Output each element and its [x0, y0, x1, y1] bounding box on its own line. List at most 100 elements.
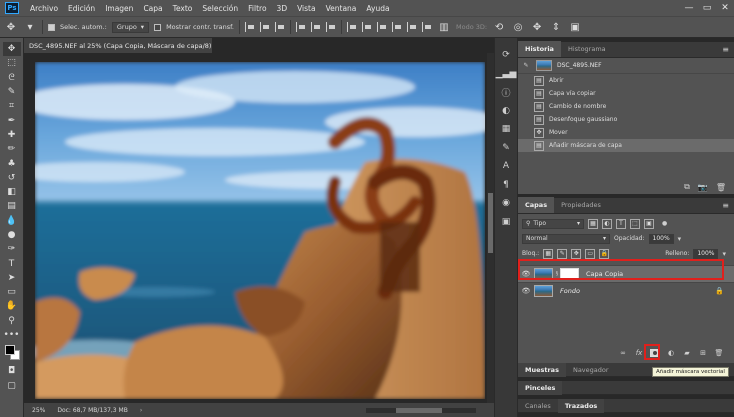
blur-tool-icon[interactable]: 💧 — [3, 214, 21, 228]
document-canvas[interactable] — [35, 62, 485, 399]
filter-adjustment-icon[interactable]: ◐ — [602, 218, 612, 229]
opacity-input[interactable]: 100% — [648, 233, 674, 244]
history-brush-source-icon[interactable]: ✎ — [518, 59, 534, 72]
roll-3d-icon[interactable]: ◎ — [511, 20, 525, 34]
align-left-icon[interactable] — [296, 22, 306, 32]
slide-3d-icon[interactable]: ⇕ — [549, 20, 563, 34]
distribute-bottom-icon[interactable] — [377, 22, 387, 32]
menu-vista[interactable]: Vista — [292, 4, 321, 13]
zoom-tool-icon[interactable]: ⚲ — [3, 314, 21, 328]
camera-icon[interactable]: 📷 — [698, 183, 708, 192]
minimize-button[interactable]: — — [680, 0, 698, 16]
lock-image-icon[interactable]: ✎ — [557, 248, 568, 259]
character-icon[interactable]: A — [498, 157, 514, 176]
distribute-right-icon[interactable] — [422, 22, 432, 32]
layer-comps-icon[interactable]: ▣ — [498, 213, 514, 232]
gradient-tool-icon[interactable]: ▤ — [3, 199, 21, 213]
align-center-icon[interactable] — [311, 22, 321, 32]
tab-histograma[interactable]: Histograma — [561, 41, 613, 57]
eyedropper-tool-icon[interactable]: ✒ — [3, 113, 21, 127]
clone-stamp-tool-icon[interactable]: ♣ — [3, 156, 21, 170]
canvas-area[interactable] — [24, 53, 494, 403]
screen-mode-icon[interactable]: ▢ — [3, 379, 21, 393]
tab-trazados[interactable]: Trazados — [557, 398, 605, 413]
distribute-top-icon[interactable] — [347, 22, 357, 32]
marquee-tool-icon[interactable]: ⬚ — [3, 56, 21, 70]
trash-icon[interactable]: 🗑 — [714, 348, 724, 358]
tab-historia[interactable]: Historia — [518, 41, 561, 57]
trash-icon[interactable]: 🗑 — [716, 183, 726, 192]
tab-capas[interactable]: Capas — [518, 197, 555, 213]
filter-smart-object-icon[interactable]: ▣ — [644, 218, 654, 229]
lock-position-icon[interactable]: ✥ — [571, 248, 582, 259]
more-tools-icon[interactable]: ••• — [3, 328, 21, 342]
align-middle-icon[interactable] — [260, 22, 270, 32]
move-tool-icon[interactable]: ✥ — [4, 20, 18, 34]
menu-seleccion[interactable]: Selección — [197, 4, 243, 13]
chevron-down-icon[interactable]: ▾ — [678, 235, 682, 243]
quick-mask-icon[interactable]: ◘ — [3, 364, 21, 378]
adjustment-layer-icon[interactable]: ◐ — [666, 348, 676, 358]
styles-icon[interactable]: ▦ — [498, 120, 514, 139]
foreground-color-swatch[interactable] — [4, 345, 15, 356]
panel-menu-icon[interactable]: ≡ — [722, 201, 729, 210]
history-brush-tool-icon[interactable]: ↺ — [3, 171, 21, 185]
pan-3d-icon[interactable]: ✥ — [530, 20, 544, 34]
group-folder-icon[interactable]: ▰ — [682, 348, 692, 358]
history-snapshot[interactable]: ✎ DSC_4895.NEF — [518, 58, 734, 74]
show-transform-checkbox[interactable] — [154, 23, 162, 31]
layer-row-fondo[interactable]: 👁 Fondo 🔒 — [518, 282, 734, 299]
chevron-down-icon[interactable]: ▾ — [722, 250, 726, 258]
history-item[interactable]: ▤ Capa vía copiar — [518, 87, 734, 100]
move-tool-icon[interactable]: ✥ — [2, 42, 21, 57]
menu-imagen[interactable]: Imagen — [100, 4, 138, 13]
history-icon[interactable]: ⟳ — [498, 46, 514, 65]
vertical-scrollbar[interactable] — [487, 53, 494, 403]
zoom-level[interactable]: 25% — [32, 407, 45, 414]
panel-menu-icon[interactable]: ≡ — [722, 45, 729, 54]
menu-archivo[interactable]: Archivo — [25, 4, 63, 13]
tab-propiedades[interactable]: Propiedades — [554, 197, 608, 213]
menu-ayuda[interactable]: Ayuda — [361, 4, 394, 13]
menu-texto[interactable]: Texto — [168, 4, 198, 13]
rotate-3d-icon[interactable]: ⟲ — [492, 20, 506, 34]
new-document-from-state-icon[interactable]: ⧉ — [684, 182, 690, 192]
crop-tool-icon[interactable]: ⌗ — [3, 99, 21, 113]
document-tab[interactable]: DSC_4895.NEF al 25% (Capa Copia, Máscara… — [24, 38, 212, 53]
align-right-icon[interactable] — [326, 22, 336, 32]
link-layers-icon[interactable]: ∞ — [618, 348, 628, 358]
filter-toggle-icon[interactable]: ● — [662, 220, 667, 227]
dodge-tool-icon[interactable]: ● — [3, 228, 21, 242]
fill-input[interactable]: 100% — [693, 248, 719, 259]
layer-thumbnail[interactable] — [534, 285, 553, 297]
paragraph-icon[interactable]: ¶ — [498, 176, 514, 195]
path-selection-tool-icon[interactable]: ➤ — [3, 271, 21, 285]
menu-filtro[interactable]: Filtro — [243, 4, 271, 13]
lock-transparent-icon[interactable]: ▦ — [543, 248, 554, 259]
fx-button[interactable]: fx — [634, 348, 644, 358]
auto-select-checkbox[interactable] — [48, 23, 55, 31]
filter-pixel-icon[interactable]: ▦ — [588, 218, 598, 229]
history-item-selected[interactable]: ▤ Añadir máscara de capa — [518, 139, 734, 152]
tab-muestras[interactable]: Muestras — [518, 362, 566, 377]
auto-select-dropdown[interactable]: Grupo ▾ — [111, 21, 150, 33]
lock-artboard-icon[interactable]: ▭ — [585, 248, 596, 259]
menu-edicion[interactable]: Edición — [63, 4, 100, 13]
adjustments-icon[interactable]: ◐ — [498, 102, 514, 121]
color-swatches[interactable] — [3, 344, 21, 362]
tab-navegador[interactable]: Navegador — [566, 363, 616, 377]
type-tool-icon[interactable]: T — [3, 256, 21, 270]
history-item[interactable]: ▤ Desenfoque gaussiano — [518, 113, 734, 126]
hand-tool-icon[interactable]: ✋ — [3, 299, 21, 313]
filter-type-icon[interactable]: T — [616, 218, 626, 229]
lasso-tool-icon[interactable]: ᘓ — [3, 71, 21, 85]
auto-align-icon[interactable]: ▥ — [437, 20, 451, 34]
chevron-down-icon[interactable]: ▾ — [23, 20, 37, 34]
new-layer-icon[interactable]: ⊞ — [698, 348, 708, 358]
histogram-icon[interactable]: ▁▃▅ — [496, 65, 517, 84]
menu-3d[interactable]: 3D — [272, 4, 293, 13]
status-menu-icon[interactable]: › — [140, 407, 142, 414]
align-top-icon[interactable] — [245, 22, 255, 32]
lock-all-icon[interactable]: 🔒 — [599, 248, 610, 259]
tab-pinceles[interactable]: Pinceles — [518, 380, 563, 395]
